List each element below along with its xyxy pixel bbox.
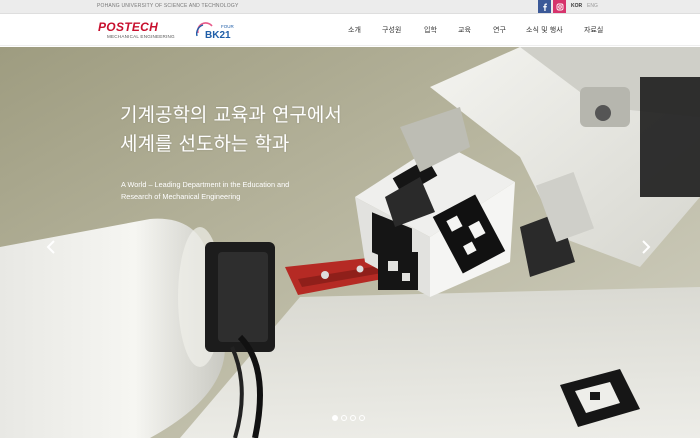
hero-headline: 기계공학의 교육과 연구에서 세계를 선도하는 학과	[120, 101, 450, 159]
bk-logo-four: FOUR	[221, 24, 234, 29]
carousel-dot-3[interactable]	[350, 415, 356, 421]
hero-subtext-line2: Research of Mechanical Engineering	[121, 191, 241, 201]
facebook-icon	[542, 3, 547, 11]
hero-subtext-line1: A World – Leading Department in the Educ…	[121, 180, 290, 189]
carousel-dot-4[interactable]	[359, 415, 365, 421]
nav-people[interactable]: 구성원	[382, 25, 401, 35]
nav-resources[interactable]: 자료실	[584, 25, 603, 35]
nav-about[interactable]: 소개	[348, 25, 361, 35]
nav-education[interactable]: 교육	[458, 25, 471, 35]
bk-logo-text: BK21	[205, 30, 231, 41]
carousel-pagination	[332, 415, 365, 423]
nav-news-events[interactable]: 소식 및 행사	[526, 25, 563, 35]
carousel-next-button[interactable]	[638, 237, 654, 257]
carousel-dot-1[interactable]	[332, 415, 338, 421]
logo-title: POSTECH	[98, 20, 159, 34]
instagram-button[interactable]	[553, 0, 566, 13]
hero-slider: 기계공학의 교육과 연구에서 세계를 선도하는 학과 A World – Lea…	[0, 47, 700, 438]
carousel-prev-button[interactable]	[43, 237, 59, 257]
nav-research[interactable]: 연구	[493, 25, 506, 35]
language-eng-link[interactable]: ENG	[587, 3, 598, 9]
hero-headline-line2: 세계를 선도하는 학과	[120, 133, 290, 155]
nav-admission[interactable]: 입학	[424, 25, 437, 35]
site-header: POSTECH MECHANICAL ENGINEERING BK21 FOUR…	[0, 14, 700, 46]
chevron-right-icon	[642, 240, 651, 254]
hero-subtext: A World – Leading Department in the Educ…	[121, 179, 341, 202]
facebook-button[interactable]	[538, 0, 551, 13]
utility-bar: POHANG UNIVERSITY OF SCIENCE AND TECHNOL…	[0, 0, 700, 14]
language-kor-link[interactable]: KOR	[571, 3, 582, 9]
university-name: POHANG UNIVERSITY OF SCIENCE AND TECHNOL…	[97, 3, 239, 9]
logo-subtitle: MECHANICAL ENGINEERING	[107, 34, 175, 39]
instagram-icon	[556, 3, 563, 10]
carousel-dot-2[interactable]	[341, 415, 347, 421]
hero-headline-line1: 기계공학의 교육과 연구에서	[120, 104, 342, 126]
postech-logo[interactable]: POSTECH MECHANICAL ENGINEERING	[98, 21, 190, 41]
bk21-four-logo[interactable]: BK21 FOUR	[194, 19, 236, 43]
chevron-left-icon	[46, 240, 55, 254]
